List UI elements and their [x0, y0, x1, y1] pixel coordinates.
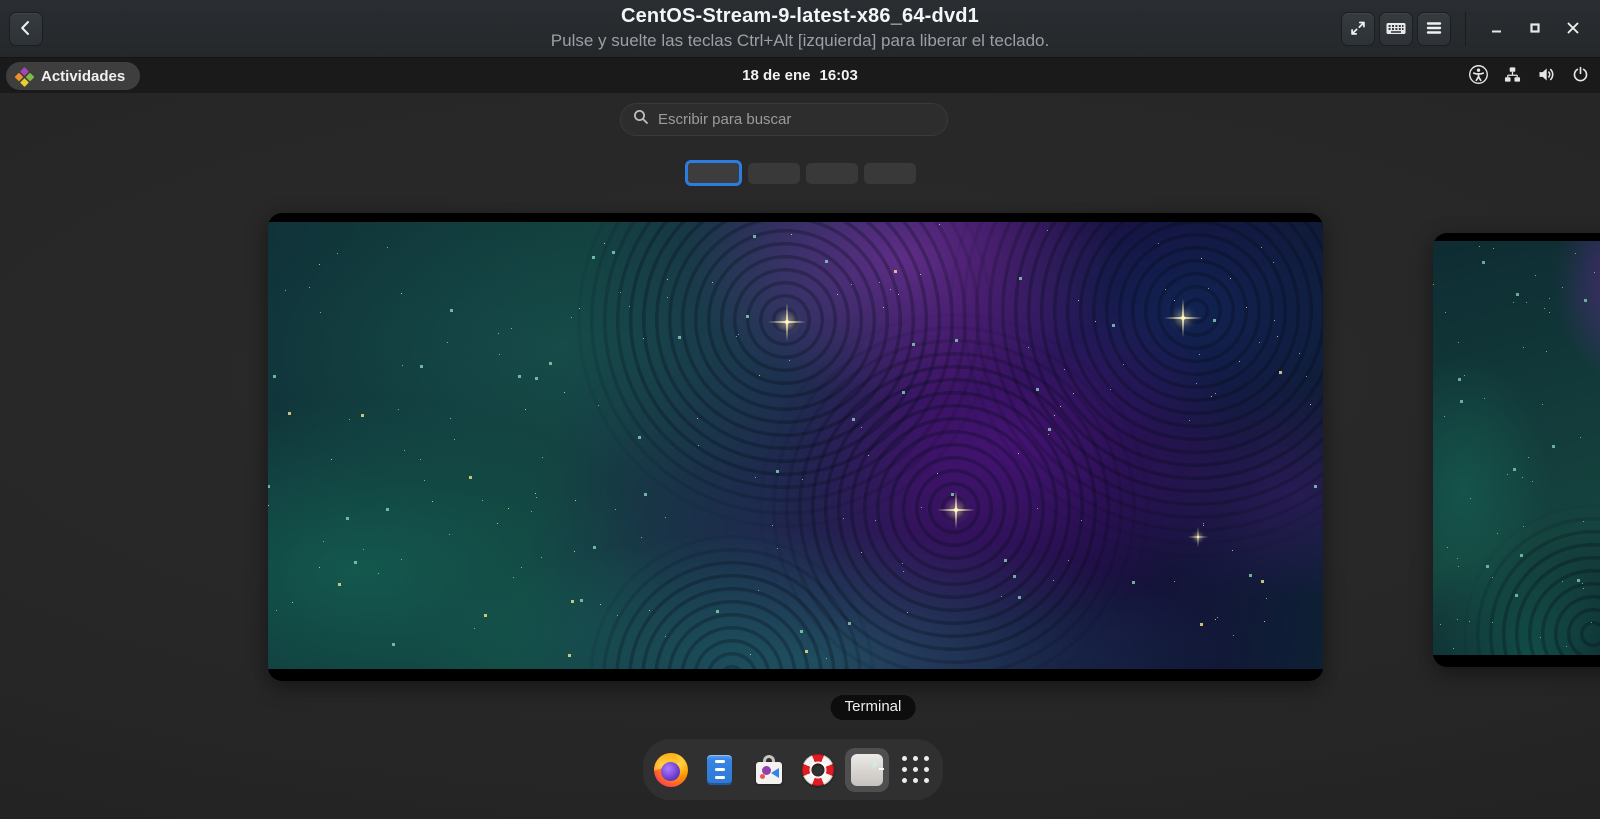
firefox-icon [654, 753, 688, 787]
starfield-layer [1433, 241, 1434, 242]
dock-item-terminal[interactable] [845, 748, 889, 792]
restore-button[interactable] [1518, 12, 1552, 46]
dock-item-help[interactable] [796, 748, 840, 792]
volume-icon [1536, 64, 1557, 88]
close-button[interactable] [1556, 12, 1590, 46]
space-wallpaper [268, 222, 1323, 669]
search-field[interactable] [620, 103, 948, 136]
adjacent-workspace-preview[interactable] [1433, 233, 1600, 667]
network-wired-icon [1503, 65, 1522, 87]
minimize-icon [1488, 19, 1506, 40]
activities-button[interactable]: Actividades [6, 62, 140, 90]
workspace-indicator [0, 160, 1600, 186]
power-menu[interactable] [1571, 65, 1590, 87]
power-icon [1571, 65, 1590, 87]
workspace-pill-4[interactable] [864, 163, 916, 184]
network-menu[interactable] [1503, 65, 1522, 87]
panel-date: 18 de ene [742, 67, 810, 84]
back-button[interactable] [9, 12, 43, 46]
workspace-pill-2[interactable] [748, 163, 800, 184]
keyboard-button[interactable] [1379, 12, 1413, 46]
volume-menu[interactable] [1536, 64, 1557, 88]
titlebar-separator [1465, 12, 1466, 46]
activities-label: Actividades [41, 68, 125, 85]
ripple-decoration [1463, 504, 1600, 655]
window-preview-terminal[interactable] [268, 213, 1323, 681]
workspace-pill-3[interactable] [806, 163, 858, 184]
dock-item-software[interactable] [747, 748, 791, 792]
top-panel: Actividades 18 de ene 16:03 [0, 58, 1600, 93]
screen: CentOS-Stream-9-latest-x86_64-dvd1 Pulse… [0, 0, 1600, 819]
help-lifebuoy-icon [802, 754, 834, 786]
app-grid-icon [902, 756, 929, 783]
titlebar-actions [1341, 12, 1590, 46]
dock [643, 739, 943, 800]
dock-item-firefox[interactable] [649, 748, 693, 792]
fullscreen-icon [1348, 18, 1368, 41]
minimize-button[interactable] [1480, 12, 1514, 46]
star [954, 508, 958, 512]
accessibility-icon [1468, 64, 1489, 88]
search-input[interactable] [658, 111, 935, 128]
starfield-layer [268, 222, 269, 223]
close-icon [1564, 19, 1582, 40]
panel-time: 16:03 [820, 67, 858, 84]
keyboard-icon [1385, 17, 1407, 42]
accessibility-menu[interactable] [1468, 64, 1489, 88]
search-icon [633, 109, 649, 130]
back-chevron-icon [16, 18, 36, 41]
vm-viewer-titlebar: CentOS-Stream-9-latest-x86_64-dvd1 Pulse… [0, 0, 1600, 58]
gnome-overview: Actividades 18 de ene 16:03 [0, 58, 1600, 819]
clock[interactable]: 18 de ene 16:03 [0, 58, 1600, 93]
dock-tooltip: Terminal [831, 695, 916, 720]
restore-icon [1526, 19, 1544, 40]
menu-button[interactable] [1417, 12, 1451, 46]
space-wallpaper [1433, 241, 1600, 655]
software-icon [755, 754, 783, 785]
workspace-pill-1[interactable] [685, 160, 742, 186]
terminal-icon [851, 754, 883, 786]
system-status-area [1468, 58, 1590, 93]
dock-item-app-grid[interactable] [894, 748, 938, 792]
fullscreen-button[interactable] [1341, 12, 1375, 46]
hamburger-menu-icon [1424, 18, 1444, 41]
star [1181, 316, 1185, 320]
dock-item-files[interactable] [698, 748, 742, 792]
centos-logo-icon [15, 67, 34, 86]
files-icon [707, 755, 732, 785]
